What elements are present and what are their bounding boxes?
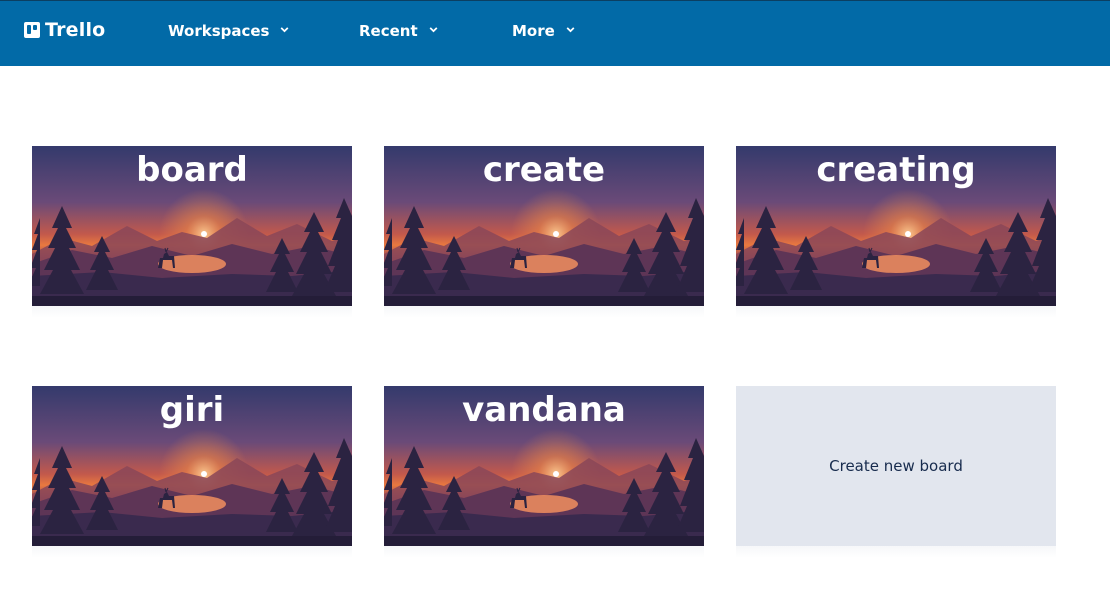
board-title: vandana <box>462 390 626 430</box>
recent-menu[interactable]: Recent <box>359 20 439 42</box>
tile-shadow <box>736 546 1056 558</box>
more-menu[interactable]: More <box>512 20 576 42</box>
chevron-down-icon <box>279 24 290 35</box>
tile-shadow <box>384 546 704 558</box>
board-title: create <box>482 150 606 190</box>
tile-shadow <box>384 306 704 318</box>
board-tile[interactable]: creating <box>736 146 1056 306</box>
top-nav-bar: Trello Workspaces Recent More <box>0 0 1110 66</box>
board-tile[interactable]: board <box>32 146 352 306</box>
trello-logo-icon <box>24 22 40 38</box>
board-tile[interactable]: create <box>384 146 704 306</box>
trello-logo[interactable]: Trello <box>24 15 105 45</box>
board-title: giri <box>159 390 225 430</box>
workspaces-label: Workspaces <box>168 22 270 40</box>
tile-shadow <box>736 306 1056 318</box>
create-new-board-button[interactable]: Create new board <box>736 386 1056 546</box>
recent-label: Recent <box>359 22 418 40</box>
board-title: creating <box>816 150 976 190</box>
board-tile[interactable]: vandana <box>384 386 704 546</box>
board-title: board <box>136 150 248 190</box>
tile-shadow <box>32 306 352 318</box>
tile-shadow <box>32 546 352 558</box>
more-label: More <box>512 22 555 40</box>
chevron-down-icon <box>428 24 439 35</box>
board-tile[interactable]: giri <box>32 386 352 546</box>
chevron-down-icon <box>565 24 576 35</box>
logo-text: Trello <box>45 19 106 41</box>
workspaces-menu[interactable]: Workspaces <box>168 20 290 42</box>
create-new-board-label: Create new board <box>829 457 963 475</box>
